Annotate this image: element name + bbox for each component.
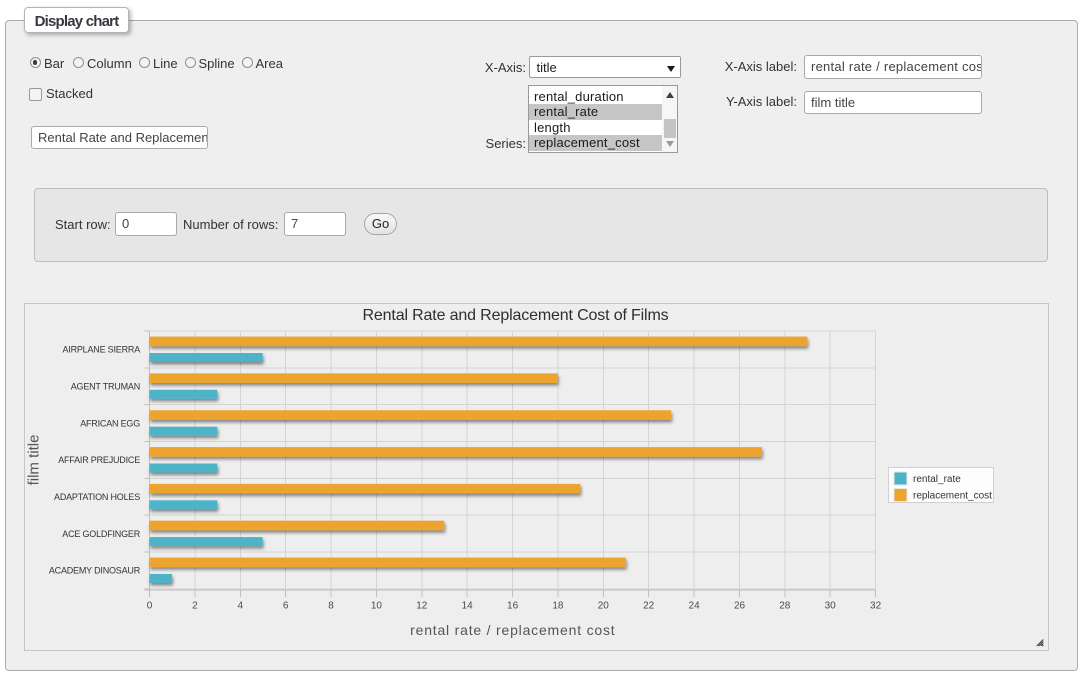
svg-text:32: 32	[870, 601, 882, 612]
svg-text:ACE GOLDFINGER: ACE GOLDFINGER	[62, 529, 140, 539]
svg-text:14: 14	[462, 601, 474, 612]
svg-text:AFFAIR PREJUDICE: AFFAIR PREJUDICE	[58, 455, 140, 465]
svg-text:Rental Rate and Replacement Co: Rental Rate and Replacement Cost of Film…	[363, 307, 669, 324]
svg-text:22: 22	[643, 601, 655, 612]
svg-text:AIRPLANE SIERRA: AIRPLANE SIERRA	[62, 345, 140, 355]
svg-text:20: 20	[598, 601, 610, 612]
svg-text:24: 24	[689, 601, 701, 612]
svg-text:rental_rate: rental_rate	[913, 474, 961, 485]
svg-text:28: 28	[779, 601, 791, 612]
svg-text:film title: film title	[26, 435, 43, 486]
svg-text:26: 26	[734, 601, 746, 612]
svg-text:AFRICAN EGG: AFRICAN EGG	[80, 418, 140, 428]
svg-text:30: 30	[825, 601, 837, 612]
svg-text:4: 4	[238, 601, 244, 612]
svg-text:AGENT TRUMAN: AGENT TRUMAN	[71, 382, 140, 392]
svg-text:rental rate / replacement cost: rental rate / replacement cost	[410, 622, 615, 638]
svg-text:8: 8	[328, 601, 334, 612]
svg-text:16: 16	[507, 601, 519, 612]
svg-text:ADAPTATION HOLES: ADAPTATION HOLES	[54, 492, 140, 502]
svg-text:replacement_cost: replacement_cost	[913, 491, 992, 502]
svg-text:0: 0	[147, 601, 153, 612]
svg-text:10: 10	[371, 601, 383, 612]
svg-text:ACADEMY DINOSAUR: ACADEMY DINOSAUR	[49, 566, 141, 576]
svg-text:2: 2	[192, 601, 198, 612]
svg-text:12: 12	[416, 601, 428, 612]
svg-text:6: 6	[283, 601, 289, 612]
svg-text:18: 18	[552, 601, 564, 612]
